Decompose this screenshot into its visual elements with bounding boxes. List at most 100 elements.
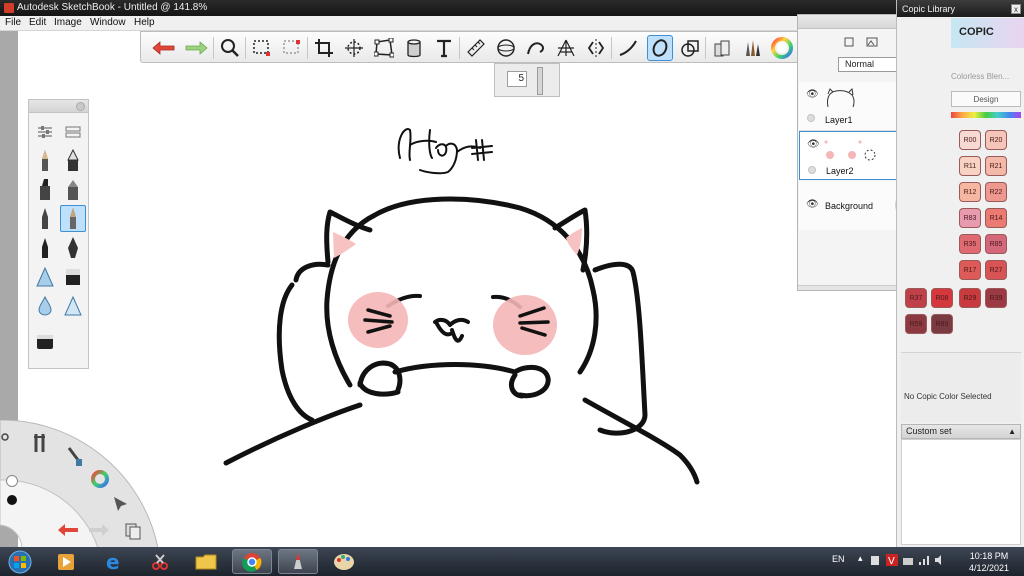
distort-button[interactable] (371, 35, 397, 61)
brush-chisel-marker[interactable] (60, 176, 86, 203)
brush-smudge[interactable] (32, 328, 58, 355)
menu-window[interactable]: Window (90, 17, 126, 28)
copic-library-button[interactable] (709, 35, 735, 61)
copic-swatch[interactable]: R35 (959, 234, 981, 254)
color-icon[interactable] (90, 469, 110, 492)
brush-icon[interactable] (66, 446, 84, 471)
battery-icon[interactable] (870, 554, 880, 566)
color-family-strip[interactable] (951, 112, 1021, 118)
taskbar-chrome[interactable] (232, 549, 272, 574)
ellipse-button[interactable] (647, 35, 673, 61)
select-icon[interactable] (112, 495, 130, 516)
antivirus-icon[interactable]: V (886, 554, 898, 566)
lasso-select-button[interactable] (279, 35, 305, 61)
copic-swatch[interactable]: R37 (905, 288, 927, 308)
brush-airbrush[interactable] (60, 205, 86, 232)
copic-swatch[interactable]: R29 (959, 288, 981, 308)
brush-eraser[interactable] (60, 263, 86, 290)
close-icon[interactable]: x (1011, 4, 1021, 14)
taskbar-paint[interactable] (324, 549, 364, 574)
eye-icon[interactable]: 👁 (806, 199, 819, 210)
taskbar-media-player[interactable] (46, 549, 86, 574)
menu-edit[interactable]: Edit (29, 17, 46, 28)
copic-swatch[interactable]: R14 (985, 208, 1007, 228)
eye-icon[interactable]: 👁 (806, 89, 819, 100)
copic-swatch[interactable]: R22 (985, 182, 1007, 202)
brush-size-field[interactable]: 5 (507, 71, 527, 87)
redo-button[interactable] (183, 35, 209, 61)
undo-button[interactable] (151, 35, 177, 61)
custom-set-area[interactable] (901, 439, 1021, 545)
copic-swatch[interactable]: R85 (985, 234, 1007, 254)
chevron-up-icon[interactable]: ▴ (858, 553, 863, 564)
perspective-button[interactable] (553, 35, 579, 61)
start-button[interactable] (2, 549, 38, 574)
menu-help[interactable]: Help (134, 17, 155, 28)
crop-button[interactable] (311, 35, 337, 61)
french-curve-button[interactable] (523, 35, 549, 61)
copic-swatch[interactable]: R11 (959, 156, 981, 176)
symmetry-button[interactable] (583, 35, 609, 61)
brush-properties-button[interactable] (32, 118, 58, 145)
copic-swatch[interactable]: R83 (959, 208, 981, 228)
shapes-button[interactable] (677, 35, 703, 61)
toolbox-icon[interactable] (33, 432, 53, 457)
add-layer-icon[interactable] (844, 37, 854, 50)
copic-swatch[interactable]: R21 (985, 156, 1007, 176)
brush-size-slider[interactable] (537, 67, 543, 95)
lock-toggle[interactable] (808, 166, 816, 174)
brush-calligraphy[interactable] (60, 234, 86, 261)
brush-marker[interactable] (32, 176, 58, 203)
signal-icon[interactable] (918, 554, 930, 566)
brush-palette-header[interactable] (29, 100, 88, 113)
redo-icon[interactable] (88, 522, 110, 541)
network-icon[interactable] (902, 554, 914, 566)
ellipse-guide-button[interactable] (493, 35, 519, 61)
copic-library-header[interactable]: Copic Library x (897, 0, 1024, 17)
copy-icon[interactable] (124, 522, 142, 543)
menu-file[interactable]: File (5, 17, 21, 28)
brush-pencil[interactable] (32, 147, 58, 174)
zoom-button[interactable] (217, 35, 243, 61)
transform-button[interactable] (341, 35, 367, 61)
taskbar-sketchbook[interactable] (278, 549, 318, 574)
brush-fine-pen[interactable] (32, 234, 58, 261)
copic-swatch[interactable]: R08 (931, 288, 953, 308)
brush-soft-triangle[interactable] (32, 263, 58, 290)
menu-image[interactable]: Image (54, 17, 82, 28)
undo-icon[interactable] (57, 522, 79, 541)
brush-library-toggle[interactable] (60, 118, 86, 145)
tab-design[interactable]: Design (951, 91, 1021, 107)
brush-inking-pen[interactable] (60, 147, 86, 174)
rect-select-button[interactable] (249, 35, 275, 61)
copic-swatch[interactable]: R59 (905, 314, 927, 334)
taskbar-internet-explorer[interactable]: e (94, 549, 134, 574)
volume-icon[interactable] (934, 554, 946, 566)
brush-blur[interactable] (32, 292, 58, 319)
copic-swatch[interactable]: R17 (959, 260, 981, 280)
image-layer-icon[interactable] (866, 37, 878, 50)
color-wheel-button[interactable] (769, 35, 795, 61)
chevron-up-icon[interactable]: ▲ (1008, 425, 1016, 438)
language-indicator[interactable]: EN (832, 554, 845, 564)
ruler-button[interactable] (463, 35, 489, 61)
eye-icon[interactable]: 👁 (807, 139, 820, 150)
copic-swatch[interactable]: R39 (985, 288, 1007, 308)
copic-swatch[interactable]: R89 (931, 314, 953, 334)
copic-swatch[interactable]: R00 (959, 130, 981, 150)
taskbar-file-explorer[interactable] (186, 549, 226, 574)
color-puck[interactable] (6, 494, 18, 509)
close-icon[interactable] (76, 102, 85, 111)
brush-hard-triangle[interactable] (60, 292, 86, 319)
settings-icon[interactable] (0, 432, 10, 445)
copic-swatch[interactable]: R20 (985, 130, 1007, 150)
taskbar-snipping-tool[interactable] (140, 549, 180, 574)
clock[interactable]: 10:18 PM 4/12/2021 (960, 550, 1018, 574)
stroke-button[interactable] (615, 35, 641, 61)
text-button[interactable] (431, 35, 457, 61)
fill-button[interactable] (401, 35, 427, 61)
copic-swatch[interactable]: R12 (959, 182, 981, 202)
custom-set-header[interactable]: Custom set ▲ (901, 424, 1021, 439)
lock-toggle[interactable] (807, 114, 815, 122)
brush-library-button[interactable] (739, 35, 765, 61)
